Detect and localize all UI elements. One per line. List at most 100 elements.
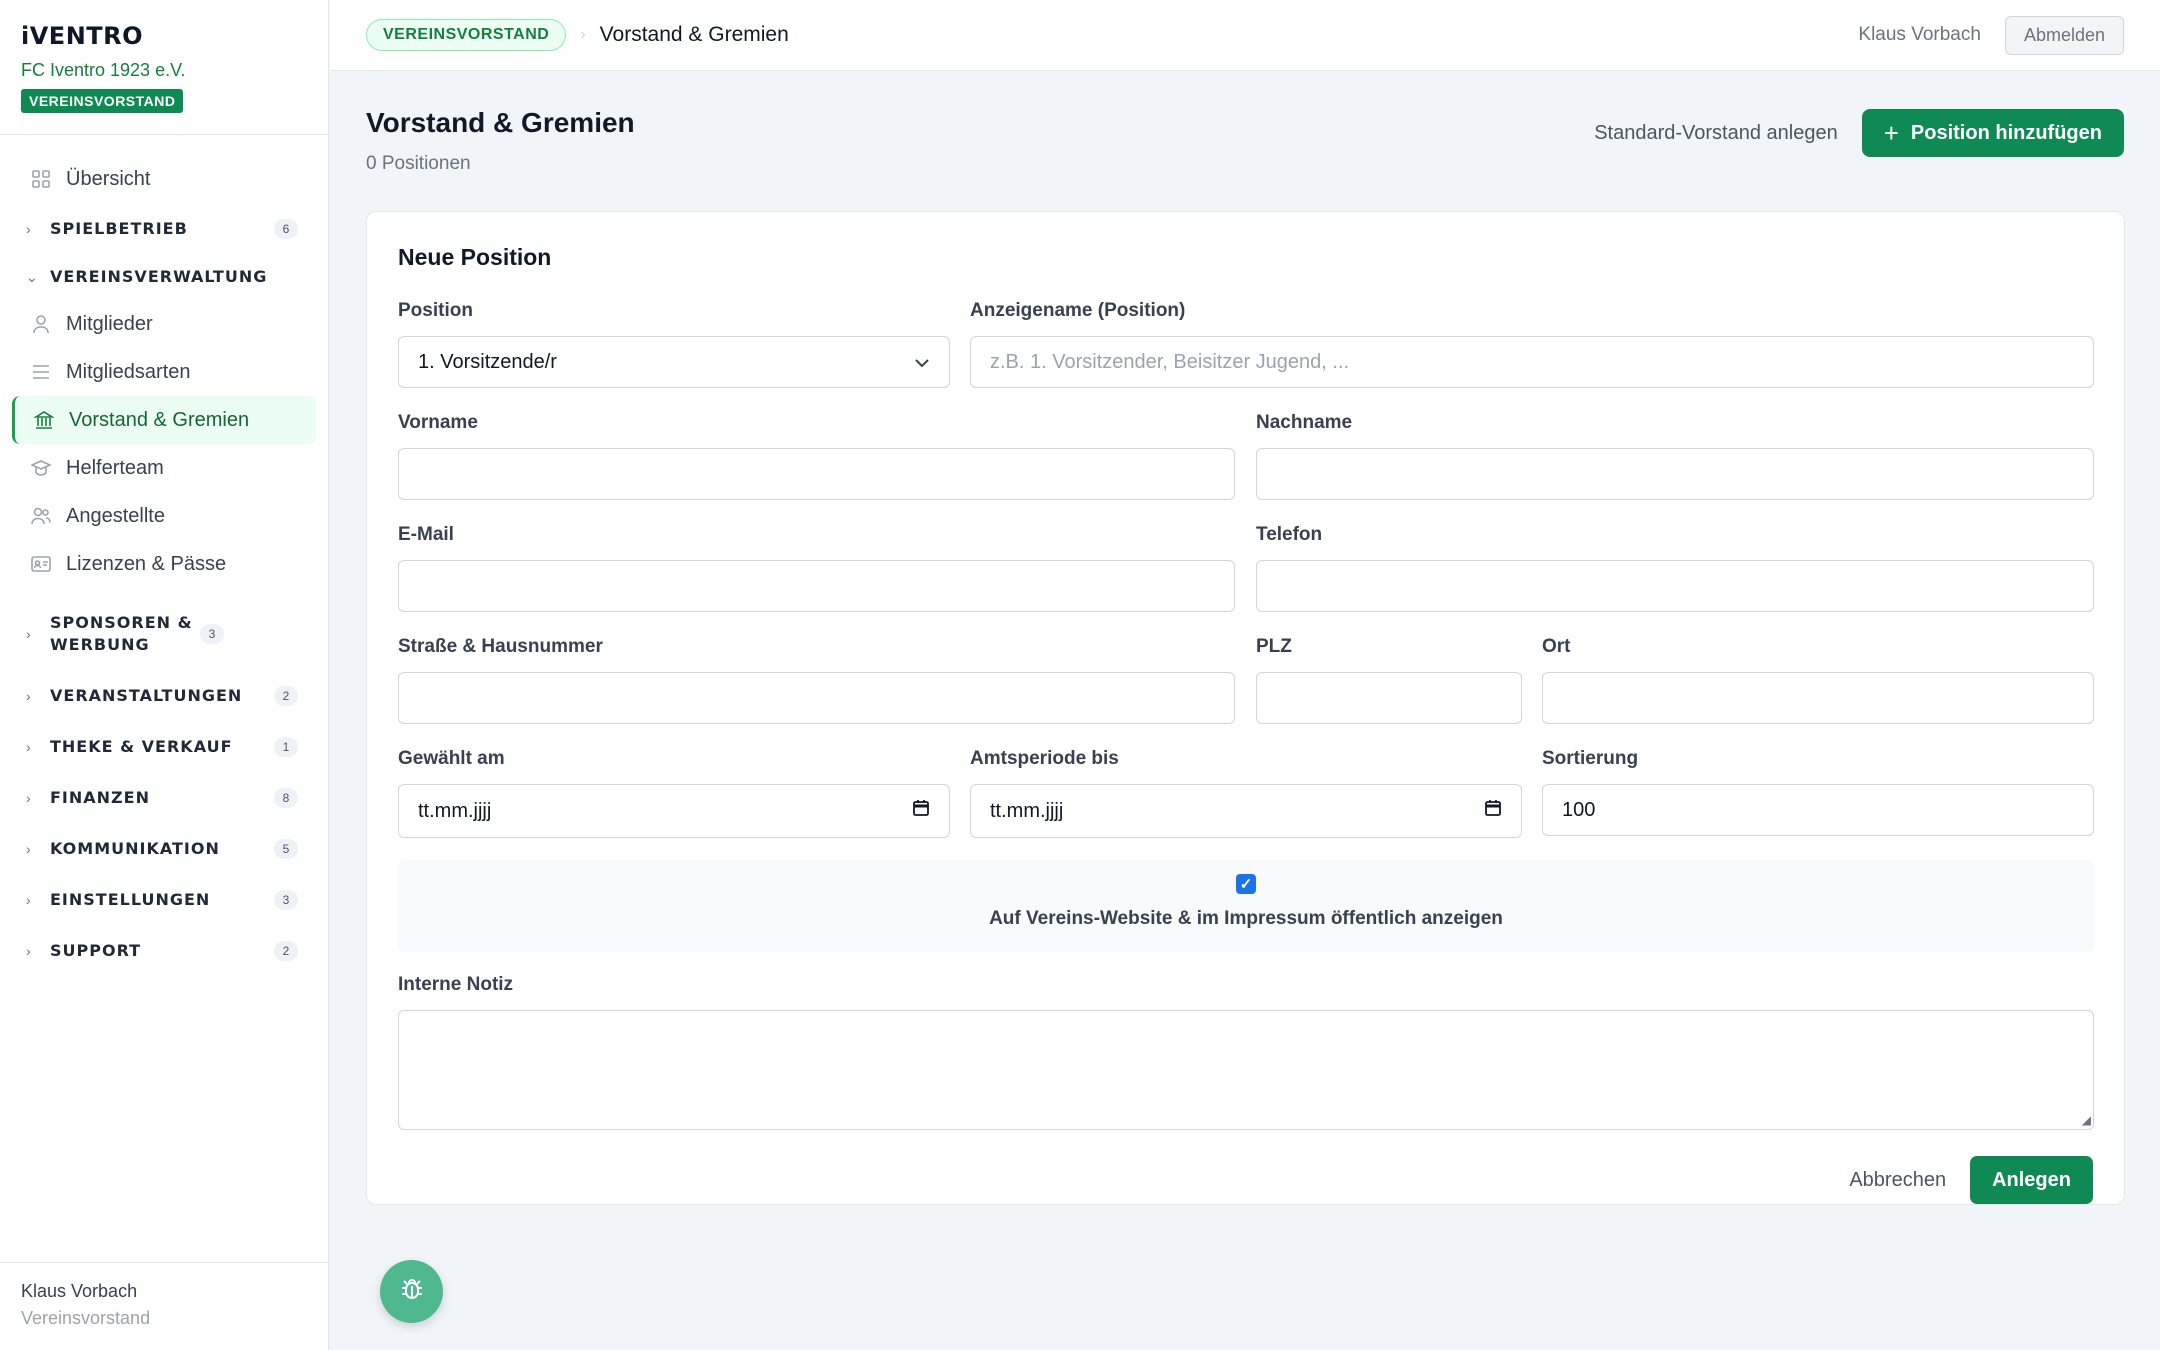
group-count: 3 — [274, 889, 298, 910]
user-role: Vereinsvorstand — [21, 1308, 151, 1328]
sidebar-group-spielbetrieb[interactable]: › SPIELBETRIEB 6 — [12, 203, 316, 254]
topbar-user: Klaus Vorbach — [1858, 24, 1981, 45]
breadcrumb-title: Vorstand & Gremien — [599, 23, 789, 46]
group-label: SPONSOREN & WERBUNG — [50, 613, 193, 654]
sidebar-group-theke[interactable]: › THEKE & VERKAUF 1 — [12, 721, 316, 772]
bank-icon — [33, 409, 55, 431]
sidebar-item-label: Vorstand & Gremien — [69, 408, 250, 431]
elected-date-input[interactable]: tt.mm.jjjj — [398, 784, 950, 838]
last-name-label: Nachname — [1256, 412, 1353, 433]
sort-input[interactable]: 100 — [1542, 784, 2094, 836]
group-label: VEREINSVERWALTUNG — [50, 267, 268, 286]
sidebar-item-overview[interactable]: Übersicht — [12, 155, 316, 203]
breadcrumb-badge[interactable]: VEREINSVORSTAND — [366, 19, 567, 51]
sidebar-group-einstellungen[interactable]: › EINSTELLUNGEN 3 — [12, 874, 316, 925]
group-label: SPIELBETRIEB — [50, 218, 188, 238]
form-title: Neue Position — [398, 244, 552, 270]
chevron-right-icon: › — [26, 626, 31, 642]
sidebar: iVENTRO FC Iventro 1923 e.V. VEREINSVORS… — [0, 0, 329, 1350]
brand-block: iVENTRO FC Iventro 1923 e.V. VEREINSVORS… — [0, 0, 328, 135]
page-header: Vorstand & Gremien 0 Positionen — [366, 107, 635, 175]
calendar-icon[interactable] — [912, 799, 930, 823]
sidebar-group-veranstaltungen[interactable]: › VERANSTALTUNGEN 2 — [12, 670, 316, 721]
form-actions: Abbrechen Anlegen — [1849, 1156, 2093, 1204]
position-select[interactable]: 1. Vorsitzende/r — [398, 336, 950, 388]
sidebar-item-mitgliedsarten[interactable]: Mitgliedsarten — [12, 348, 316, 396]
sidebar-item-lizenzen[interactable]: Lizenzen & Pässe — [12, 540, 316, 588]
sidebar-group-finanzen[interactable]: › FINANZEN 8 — [12, 772, 316, 823]
chevron-down-icon — [914, 351, 930, 374]
header-actions: Standard-Vorstand anlegen + Position hin… — [1594, 109, 2124, 157]
chevron-right-icon: › — [26, 789, 31, 806]
page-title: Vorstand & Gremien — [366, 107, 635, 138]
sidebar-item-label: Mitgliedsarten — [66, 360, 191, 383]
zip-label: PLZ — [1256, 636, 1292, 657]
group-label: SUPPORT — [50, 940, 142, 960]
add-position-button[interactable]: + Position hinzufügen — [1861, 109, 2124, 157]
term-end-date-input[interactable]: tt.mm.jjjj — [970, 784, 1522, 838]
last-name-input[interactable] — [1256, 448, 2094, 500]
display-name-placeholder: z.B. 1. Vorsitzender, Beisitzer Jugend, … — [990, 350, 1350, 373]
chevron-right-icon: › — [26, 942, 31, 959]
sidebar-item-label: Angestellte — [66, 504, 165, 527]
term-end-date-value: tt.mm.jjjj — [990, 799, 1064, 822]
elected-label: Gewählt am — [398, 748, 505, 769]
display-name-input[interactable]: z.B. 1. Vorsitzender, Beisitzer Jugend, … — [970, 336, 2094, 388]
bug-report-button[interactable] — [380, 1260, 443, 1323]
sort-label: Sortierung — [1542, 748, 1639, 769]
chevron-right-icon: › — [26, 738, 31, 755]
create-button[interactable]: Anlegen — [1970, 1156, 2093, 1204]
list-icon — [30, 361, 52, 383]
create-default-board-button[interactable]: Standard-Vorstand anlegen — [1594, 122, 1838, 145]
id-card-icon — [30, 553, 52, 575]
zip-input[interactable] — [1256, 672, 1522, 724]
chevron-right-icon: › — [26, 891, 31, 908]
resize-handle-icon[interactable]: ◢ — [2082, 1113, 2091, 1127]
first-name-input[interactable] — [398, 448, 1235, 500]
term-end-label: Amtsperiode bis — [970, 748, 1119, 769]
cancel-button[interactable]: Abbrechen — [1849, 1169, 1946, 1192]
phone-label: Telefon — [1256, 524, 1323, 545]
sidebar-item-vorstand[interactable]: Vorstand & Gremien — [12, 396, 316, 444]
group-count: 3 — [200, 624, 224, 644]
note-label: Interne Notiz — [398, 974, 514, 995]
graduation-cap-icon — [30, 457, 52, 479]
club-name: FC Iventro 1923 e.V. — [21, 60, 186, 80]
chevron-right-icon: › — [26, 220, 31, 237]
public-checkbox-label[interactable]: Auf Vereins-Website & im Impressum öffen… — [398, 908, 2094, 930]
chevron-right-icon: › — [26, 840, 31, 857]
group-count: 2 — [274, 940, 298, 961]
plus-icon: + — [1883, 118, 1899, 148]
group-label: THEKE & VERKAUF — [50, 736, 233, 756]
sidebar-item-angestellte[interactable]: Angestellte — [12, 492, 316, 540]
sidebar-item-mitglieder[interactable]: Mitglieder — [12, 300, 316, 348]
sidebar-item-helferteam[interactable]: Helferteam — [12, 444, 316, 492]
sidebar-user: Klaus Vorbach Vereinsvorstand — [0, 1262, 328, 1350]
sidebar-group-vereinsverwaltung[interactable]: ⌄ VEREINSVERWALTUNG — [12, 254, 316, 300]
street-input[interactable] — [398, 672, 1235, 724]
public-toggle-row: ✓ Auf Vereins-Website & im Impressum öff… — [398, 860, 2094, 952]
public-checkbox[interactable]: ✓ — [1236, 874, 1256, 894]
note-textarea[interactable]: ◢ — [398, 1010, 2094, 1130]
page-subtitle: 0 Positionen — [366, 153, 471, 174]
calendar-icon[interactable] — [1484, 799, 1502, 823]
logout-button[interactable]: Abmelden — [2004, 15, 2124, 55]
chevron-right-icon: › — [26, 687, 31, 704]
add-position-label: Position hinzufügen — [1910, 121, 2102, 144]
person-icon — [30, 313, 52, 335]
phone-input[interactable] — [1256, 560, 2094, 612]
sidebar-group-kommunikation[interactable]: › KOMMUNIKATION 5 — [12, 823, 316, 874]
sidebar-group-support[interactable]: › SUPPORT 2 — [12, 925, 316, 976]
elected-date-value: tt.mm.jjjj — [418, 799, 492, 822]
display-name-label: Anzeigename (Position) — [970, 300, 1186, 321]
city-input[interactable] — [1542, 672, 2094, 724]
breadcrumb-separator: › — [580, 26, 586, 43]
sidebar-group-sponsoren[interactable]: › SPONSOREN & WERBUNG 3 — [12, 598, 316, 670]
sort-value: 100 — [1562, 798, 1596, 821]
bug-icon — [398, 1275, 426, 1308]
sidebar-item-label: Mitglieder — [66, 312, 153, 335]
brand-logo: iVENTRO — [21, 22, 144, 50]
email-input[interactable] — [398, 560, 1235, 612]
city-label: Ort — [1542, 636, 1571, 657]
first-name-label: Vorname — [398, 412, 478, 433]
